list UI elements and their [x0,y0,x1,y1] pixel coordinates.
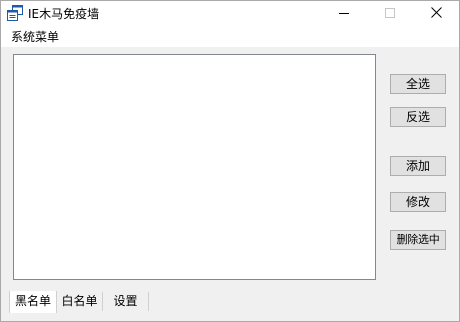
main-window: IE木马免疫墙 系统菜单 全选 反选 添加 修改 删除选中 黑名单 白名单 设置 [0,0,460,322]
maximize-button[interactable] [367,1,413,27]
client-area: 全选 反选 添加 修改 删除选中 黑名单 白名单 设置 [1,47,459,321]
add-button[interactable]: 添加 [390,156,446,176]
delete-selected-button[interactable]: 删除选中 [390,230,446,250]
invert-selection-button[interactable]: 反选 [390,107,446,127]
close-button[interactable] [413,1,459,27]
title-bar[interactable]: IE木马免疫墙 [1,1,459,27]
tab-blacklist[interactable]: 黑名单 [9,291,57,313]
url-list[interactable] [13,54,376,280]
menu-bar: 系统菜单 [1,27,459,47]
minimize-button[interactable] [321,1,367,27]
tab-settings[interactable]: 设置 [103,292,149,311]
edit-button[interactable]: 修改 [390,192,446,212]
window-title: IE木马免疫墙 [28,7,100,21]
menu-system[interactable]: 系统菜单 [11,29,59,45]
select-all-button[interactable]: 全选 [390,74,446,94]
minimize-icon [339,7,349,21]
close-icon [430,7,442,21]
app-icon [7,5,23,21]
maximize-icon [385,7,395,21]
tab-strip: 黑名单 白名单 设置 [1,291,459,313]
tab-whitelist[interactable]: 白名单 [57,292,103,311]
